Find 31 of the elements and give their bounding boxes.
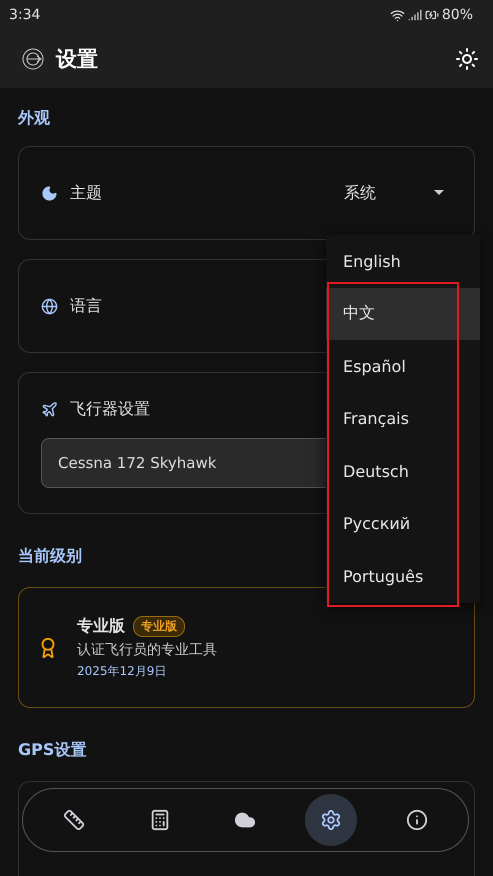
- plane-icon: [41, 400, 58, 418]
- tier-badge: 专业版: [133, 616, 185, 636]
- globe-icon: [41, 298, 58, 314]
- theme-toggle-icon[interactable]: [455, 47, 479, 71]
- info-icon: [406, 809, 428, 831]
- page-title: 设置: [56, 46, 98, 73]
- ruler-icon: [62, 809, 85, 831]
- tier-date: 2025年12月9日: [77, 662, 168, 680]
- language-option[interactable]: Русский: [326, 498, 480, 550]
- compass-logo-icon: [20, 46, 46, 72]
- language-option[interactable]: Español: [326, 340, 480, 392]
- section-title: 外观: [18, 108, 50, 129]
- language-option[interactable]: Português: [326, 550, 480, 602]
- setting-label: 语言: [70, 296, 102, 316]
- language-option[interactable]: English: [326, 235, 480, 288]
- wifi-icon: [390, 8, 405, 22]
- setting-label: 飞行器设置: [70, 398, 150, 420]
- signal-icon: [408, 8, 422, 22]
- caret-icon[interactable]: [434, 190, 444, 196]
- language-option[interactable]: 中文: [326, 288, 480, 340]
- setting-label: 主题: [70, 182, 102, 204]
- settings-icon: [320, 809, 342, 831]
- section-title: 当前级别: [18, 546, 82, 567]
- battery-icon: [424, 8, 439, 22]
- tier-name: 专业版: [77, 616, 125, 636]
- theme-dropdown[interactable]: 系统: [344, 182, 376, 204]
- status-time: 3:34: [9, 7, 40, 23]
- battery-level: 80%: [442, 7, 473, 23]
- moon-icon: [41, 184, 58, 202]
- tier-description: 认证飞行员的专业工具: [77, 640, 217, 658]
- section-title: GPS设置: [18, 740, 86, 761]
